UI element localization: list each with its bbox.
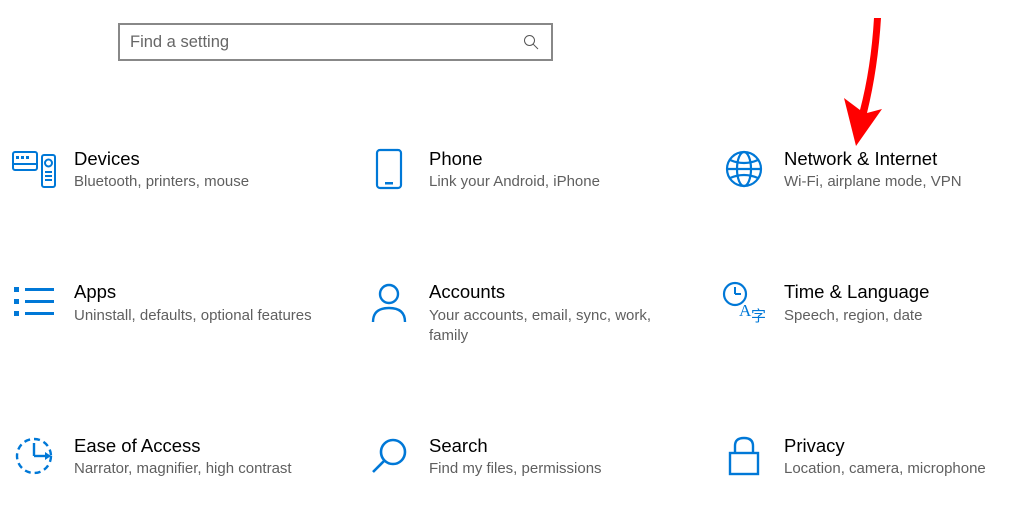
tile-search[interactable]: Search Find my files, permissions xyxy=(367,434,722,479)
person-icon xyxy=(367,280,411,324)
svg-text:字: 字 xyxy=(751,308,766,323)
tile-title: Time & Language xyxy=(784,281,929,303)
tile-title: Accounts xyxy=(429,281,669,303)
search-box[interactable] xyxy=(118,23,553,61)
tile-title: Devices xyxy=(74,148,249,170)
ease-of-access-icon xyxy=(12,434,56,478)
tile-phone[interactable]: Phone Link your Android, iPhone xyxy=(367,147,722,192)
tile-title: Network & Internet xyxy=(784,148,962,170)
tile-desc: Narrator, magnifier, high contrast xyxy=(74,459,292,479)
tile-title: Ease of Access xyxy=(74,435,292,457)
tile-desc: Speech, region, date xyxy=(784,306,929,326)
phone-icon xyxy=(367,147,411,191)
tile-title: Privacy xyxy=(784,435,986,457)
apps-icon xyxy=(12,280,56,324)
tile-desc: Link your Android, iPhone xyxy=(429,172,600,192)
tile-devices[interactable]: Devices Bluetooth, printers, mouse xyxy=(12,147,367,192)
time-language-icon: A 字 xyxy=(722,280,766,324)
tile-network[interactable]: Network & Internet Wi-Fi, airplane mode,… xyxy=(722,147,1022,192)
magnifier-icon xyxy=(367,434,411,478)
tile-desc: Bluetooth, printers, mouse xyxy=(74,172,249,192)
tile-privacy[interactable]: Privacy Location, camera, microphone xyxy=(722,434,1022,479)
tile-desc: Uninstall, defaults, optional features xyxy=(74,306,312,326)
tile-desc: Location, camera, microphone xyxy=(784,459,986,479)
tile-desc: Find my files, permissions xyxy=(429,459,602,479)
globe-icon xyxy=(722,147,766,191)
tile-ease-of-access[interactable]: Ease of Access Narrator, magnifier, high… xyxy=(12,434,367,479)
tile-title: Phone xyxy=(429,148,600,170)
tile-desc: Your accounts, email, sync, work, family xyxy=(429,306,669,347)
annotation-arrow-icon xyxy=(826,18,896,148)
tile-desc: Wi-Fi, airplane mode, VPN xyxy=(784,172,962,192)
tile-title: Apps xyxy=(74,281,312,303)
search-input[interactable] xyxy=(130,33,521,52)
tile-title: Search xyxy=(429,435,602,457)
tile-accounts[interactable]: Accounts Your accounts, email, sync, wor… xyxy=(367,280,722,346)
devices-icon xyxy=(12,147,56,191)
settings-grid: Devices Bluetooth, printers, mouse Phone… xyxy=(12,147,1012,480)
search-icon xyxy=(521,32,541,52)
lock-icon xyxy=(722,434,766,478)
tile-apps[interactable]: Apps Uninstall, defaults, optional featu… xyxy=(12,280,367,346)
tile-time-language[interactable]: A 字 Time & Language Speech, region, date xyxy=(722,280,1022,346)
